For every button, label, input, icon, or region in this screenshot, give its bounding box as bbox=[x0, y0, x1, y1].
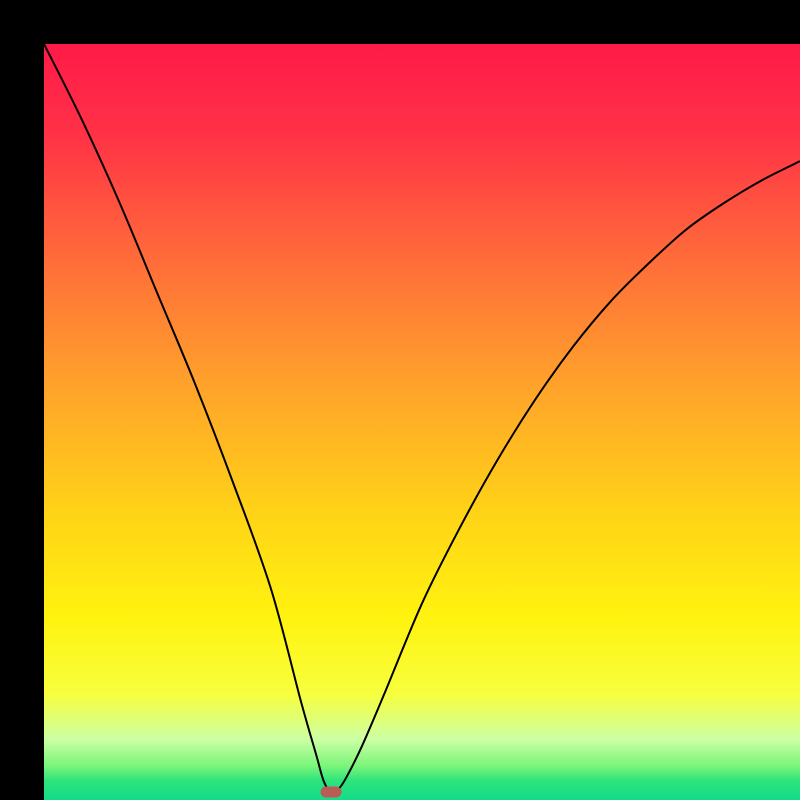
optimal-point-marker bbox=[321, 787, 342, 798]
bottleneck-curve bbox=[44, 44, 800, 800]
plot-area bbox=[44, 44, 800, 800]
chart-frame bbox=[0, 0, 800, 800]
